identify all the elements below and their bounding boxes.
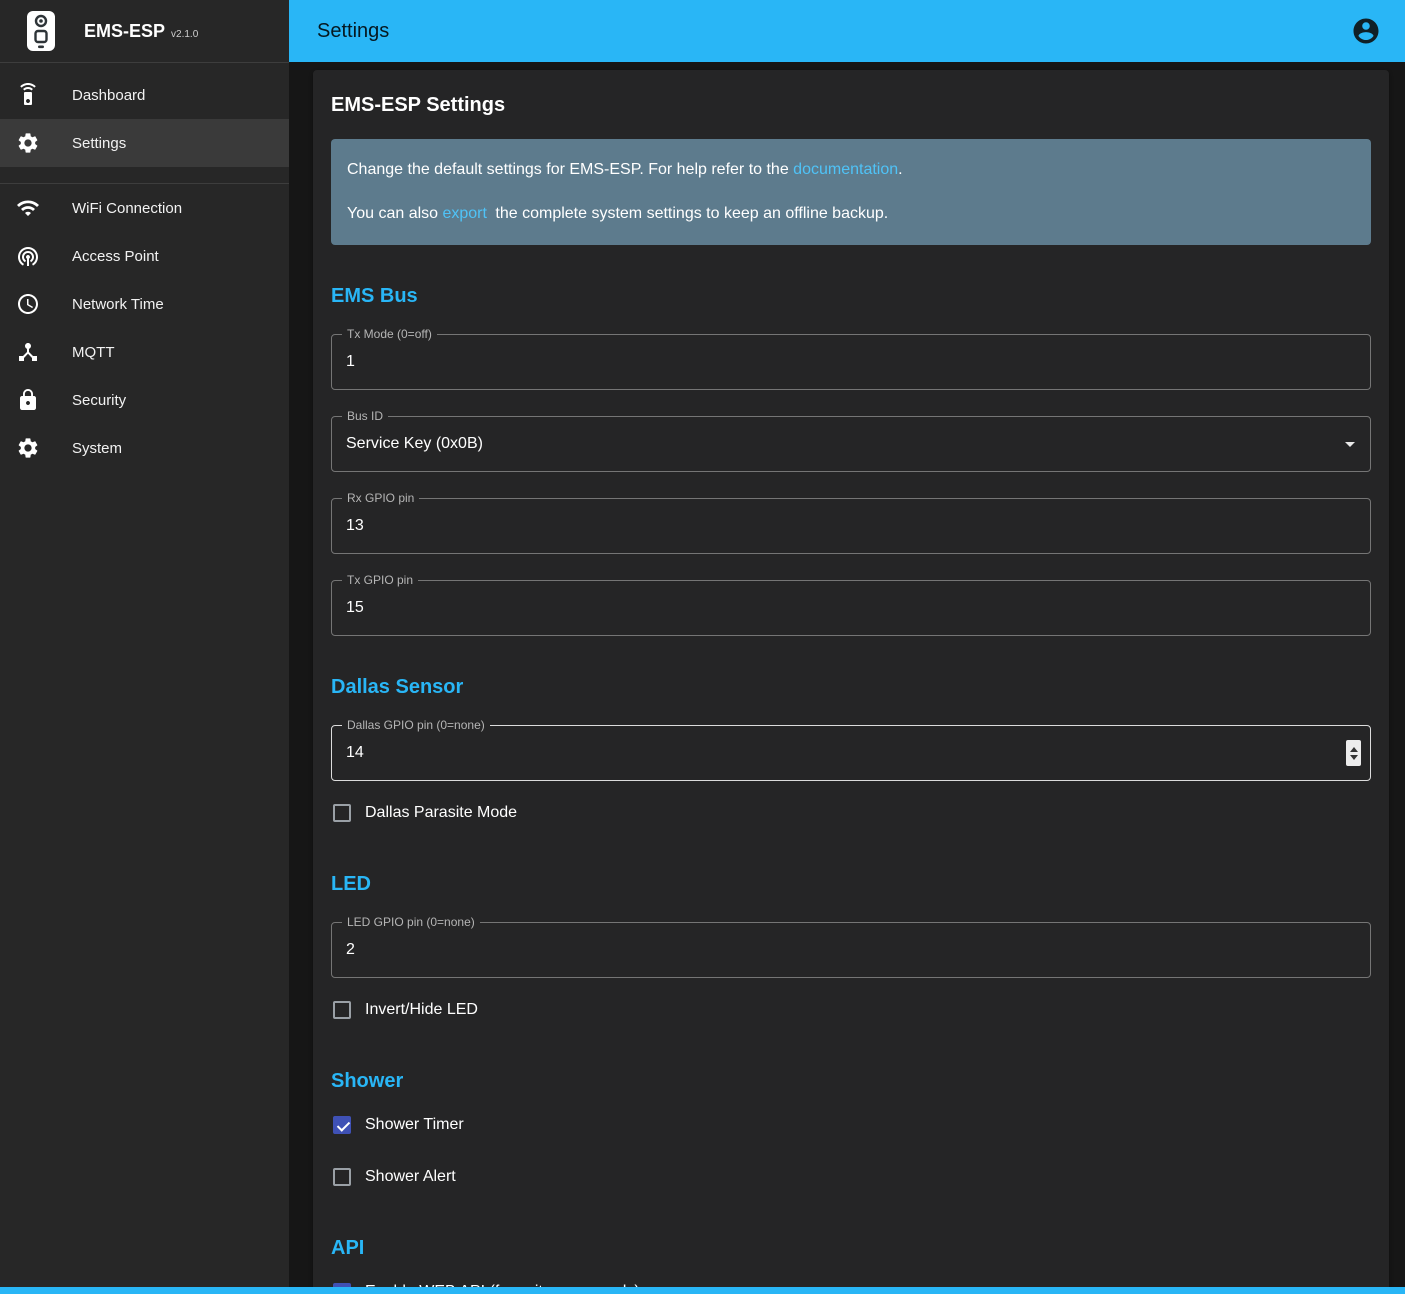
dallas-gpio-field: Dallas GPIO pin (0=none) <box>331 725 1371 781</box>
checkbox-icon <box>333 1116 351 1134</box>
tx-gpio-field: Tx GPIO pin <box>331 580 1371 636</box>
sidebar-item-wifi-connection[interactable]: WiFi Connection <box>0 184 289 232</box>
access-point-icon <box>16 244 40 268</box>
invert-led-checkbox[interactable]: Invert/Hide LED <box>331 990 1371 1030</box>
sidebar-item-access-point[interactable]: Access Point <box>0 232 289 280</box>
sidebar-item-label: Security <box>72 392 126 409</box>
sidebar-item-security[interactable]: Security <box>0 376 289 424</box>
checkbox-label: Shower Alert <box>365 1168 456 1186</box>
app-header: EMS-ESP v2.1.0 <box>0 0 289 62</box>
checkbox-label: Shower Timer <box>365 1116 464 1134</box>
hub-icon <box>16 340 40 364</box>
number-spinner[interactable] <box>1346 740 1361 766</box>
bus-id-select[interactable]: Bus ID Service Key (0x0B) <box>331 416 1371 472</box>
field-label: LED GPIO pin (0=none) <box>342 915 480 929</box>
dropdown-arrow-icon <box>1338 432 1362 456</box>
sidebar-item-label: System <box>72 440 122 457</box>
field-label: Tx GPIO pin <box>342 573 418 587</box>
led-gpio-input[interactable] <box>332 923 1370 977</box>
info-line-2: You can also export the complete system … <box>347 201 1355 227</box>
app-version: v2.1.0 <box>171 29 198 40</box>
sidebar-item-label: Settings <box>72 135 126 152</box>
documentation-link[interactable]: documentation <box>793 161 898 178</box>
rx-gpio-input[interactable] <box>332 499 1370 553</box>
card-title: EMS-ESP Settings <box>331 94 1371 117</box>
field-label: Bus ID <box>342 409 388 423</box>
account-icon[interactable] <box>1351 16 1381 46</box>
lock-icon <box>16 388 40 412</box>
tx-mode-field: Tx Mode (0=off) <box>331 334 1371 390</box>
rx-gpio-field: Rx GPIO pin <box>331 498 1371 554</box>
main-content: EMS-ESP Settings Change the default sett… <box>289 62 1405 1294</box>
dallas-parasite-checkbox[interactable]: Dallas Parasite Mode <box>331 793 1371 833</box>
tx-mode-input[interactable] <box>332 335 1370 389</box>
dallas-gpio-input[interactable] <box>332 726 1370 780</box>
sidebar-item-label: Access Point <box>72 248 159 265</box>
tx-gpio-input[interactable] <box>332 581 1370 635</box>
led-gpio-field: LED GPIO pin (0=none) <box>331 922 1371 978</box>
shower-timer-checkbox[interactable]: Shower Timer <box>331 1105 1371 1145</box>
sidebar-item-mqtt[interactable]: MQTT <box>0 328 289 376</box>
sidebar-nav: Dashboard Settings WiFi Connection Acces… <box>0 63 289 472</box>
checkbox-label: Invert/Hide LED <box>365 1001 478 1019</box>
sidebar-item-network-time[interactable]: Network Time <box>0 280 289 328</box>
sidebar-item-dashboard[interactable]: Dashboard <box>0 71 289 119</box>
checkbox-icon <box>333 1168 351 1186</box>
info-banner: Change the default settings for EMS-ESP.… <box>331 139 1371 245</box>
checkbox-icon <box>333 1001 351 1019</box>
sidebar-item-label: MQTT <box>72 344 115 361</box>
field-label: Dallas GPIO pin (0=none) <box>342 718 490 732</box>
wifi-icon <box>16 196 40 220</box>
field-label: Tx Mode (0=off) <box>342 327 437 341</box>
page-title: Settings <box>317 20 389 43</box>
select-value: Service Key (0x0B) <box>346 435 483 453</box>
app-logo-icon <box>26 10 56 52</box>
sidebar-item-label: Network Time <box>72 296 164 313</box>
dashboard-remote-icon <box>16 83 40 107</box>
gear-icon <box>16 131 40 155</box>
sidebar-item-system[interactable]: System <box>0 424 289 472</box>
gear-icon <box>16 436 40 460</box>
field-label: Rx GPIO pin <box>342 491 419 505</box>
shower-alert-checkbox[interactable]: Shower Alert <box>331 1157 1371 1197</box>
sidebar-item-settings[interactable]: Settings <box>0 119 289 167</box>
sidebar-item-label: Dashboard <box>72 87 145 104</box>
checkbox-icon <box>333 804 351 822</box>
section-title-api: API <box>331 1237 1371 1260</box>
bottom-accent-bar <box>0 1287 1405 1294</box>
export-link[interactable]: export <box>442 205 486 222</box>
topbar: Settings <box>289 0 1405 62</box>
sidebar-item-label: WiFi Connection <box>72 200 182 217</box>
sidebar: EMS-ESP v2.1.0 Dashboard Settings WiFi C… <box>0 0 289 1294</box>
info-line-1: Change the default settings for EMS-ESP.… <box>347 157 1355 183</box>
app-title: EMS-ESP <box>84 21 165 42</box>
settings-card: EMS-ESP Settings Change the default sett… <box>313 70 1389 1294</box>
section-title-dallas-sensor: Dallas Sensor <box>331 676 1371 699</box>
section-title-led: LED <box>331 873 1371 896</box>
section-title-shower: Shower <box>331 1070 1371 1093</box>
clock-icon <box>16 292 40 316</box>
checkbox-label: Dallas Parasite Mode <box>365 804 517 822</box>
section-title-ems-bus: EMS Bus <box>331 285 1371 308</box>
